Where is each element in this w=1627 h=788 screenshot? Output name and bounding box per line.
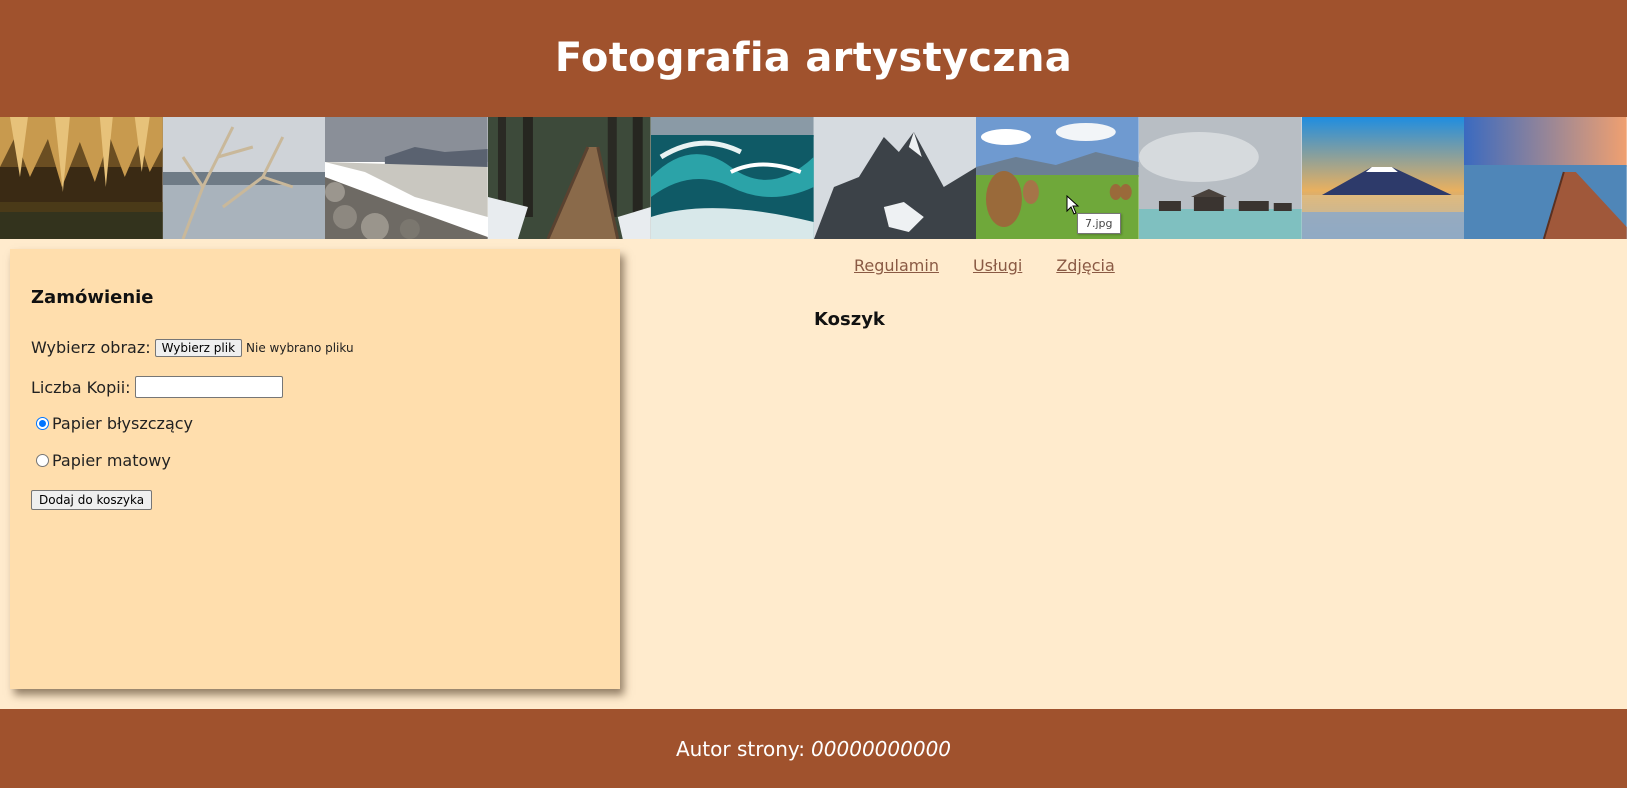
site-footer: Autor strony: 00000000000 [0, 709, 1627, 788]
file-label: Wybierz obraz: [31, 338, 151, 357]
order-heading: Zamówienie [31, 287, 154, 308]
add-to-cart-button[interactable]: Dodaj do koszyka [31, 490, 153, 510]
gallery-image-mountain-peak[interactable] [813, 117, 977, 239]
file-row: Wybierz obraz: Wybierz plik Nie wybrano … [31, 338, 599, 357]
main-nav: Regulamin Usługi Zdjęcia [854, 256, 1115, 275]
image-tooltip: 7.jpg [1077, 213, 1121, 234]
footer-prefix: Autor strony: [675, 736, 806, 761]
copies-label: Liczba Kopii: [31, 377, 131, 397]
nav-link-uslugi[interactable]: Usługi [973, 256, 1022, 275]
footer-author: 00000000000 [811, 736, 952, 761]
matte-paper-option[interactable]: Papier matowy [36, 451, 599, 470]
glossy-paper-label[interactable]: Papier błyszczący [52, 414, 193, 433]
main-content: Zamówienie Wybierz obraz: Wybierz plik N… [0, 239, 1627, 709]
mouse-cursor-icon [1066, 195, 1080, 215]
gallery-image-water-huts[interactable] [1138, 117, 1302, 239]
gallery-image-lake-branches[interactable] [162, 117, 326, 239]
copies-input[interactable] [134, 376, 283, 398]
site-header: Fotografia artystyczna [0, 0, 1627, 117]
matte-paper-label[interactable]: Papier matowy [52, 451, 171, 470]
gallery-image-sea-waves[interactable] [650, 117, 814, 239]
nav-link-zdjecia[interactable]: Zdjęcia [1056, 256, 1114, 275]
gallery-image-cave[interactable] [0, 117, 163, 239]
choose-file-button[interactable]: Wybierz plik [154, 338, 243, 357]
nav-link-regulamin[interactable]: Regulamin [854, 256, 939, 275]
gallery-image-volcano-lake[interactable] [1301, 117, 1465, 239]
file-status: Nie wybrano pliku [246, 340, 354, 355]
cart-heading: Koszyk [814, 309, 885, 330]
glossy-paper-radio[interactable] [36, 417, 49, 430]
gallery-image-rocky-beach[interactable] [325, 117, 489, 239]
gallery-image-pier-sunset[interactable] [1464, 117, 1627, 239]
site-title: Fotografia artystyczna [554, 34, 1073, 81]
order-panel: Zamówienie Wybierz obraz: Wybierz plik N… [10, 249, 620, 689]
photo-gallery-strip [0, 117, 1627, 239]
glossy-paper-option[interactable]: Papier błyszczący [36, 414, 599, 433]
copies-row: Liczba Kopii: [31, 376, 599, 398]
matte-paper-radio[interactable] [36, 454, 49, 467]
gallery-image-forest-boardwalk[interactable] [488, 117, 651, 239]
